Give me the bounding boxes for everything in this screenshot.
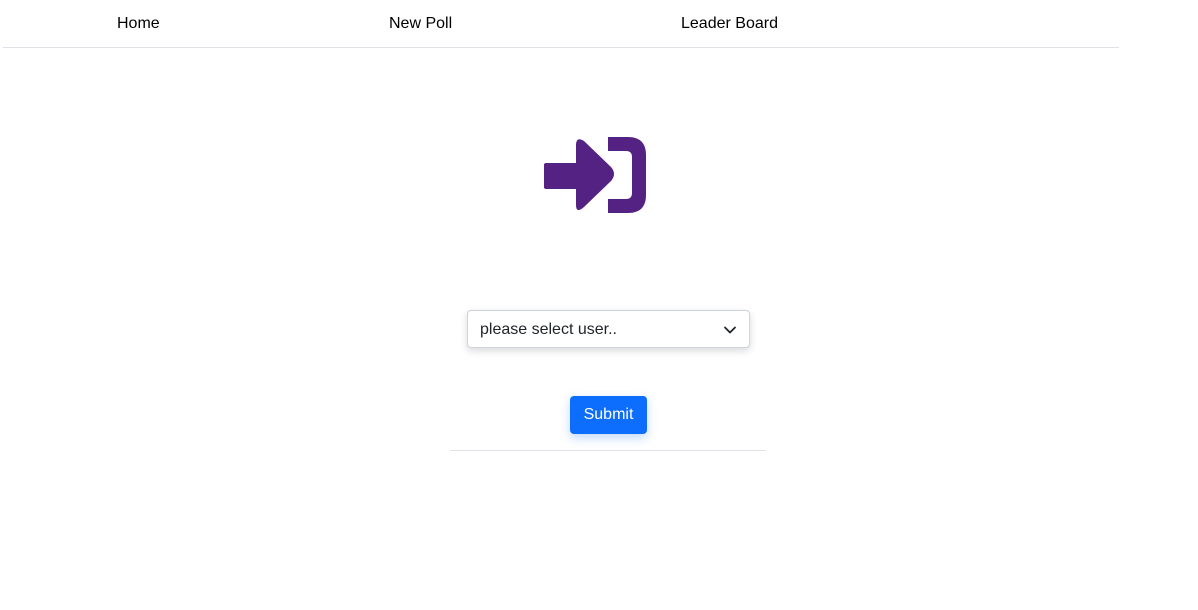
nav-home-link[interactable]: Home — [117, 14, 160, 33]
chevron-down-icon — [724, 326, 736, 334]
submit-button[interactable]: Submit — [570, 396, 647, 434]
nav-leader-board-link[interactable]: Leader Board — [681, 14, 778, 33]
divider — [450, 450, 766, 451]
user-select-value: please select user.. — [480, 321, 617, 338]
nav-new-poll-link[interactable]: New Poll — [389, 14, 452, 33]
top-nav: Home New Poll Leader Board — [3, 0, 1119, 48]
user-select[interactable]: please select user.. — [467, 310, 750, 348]
sign-in-icon — [544, 137, 646, 213]
